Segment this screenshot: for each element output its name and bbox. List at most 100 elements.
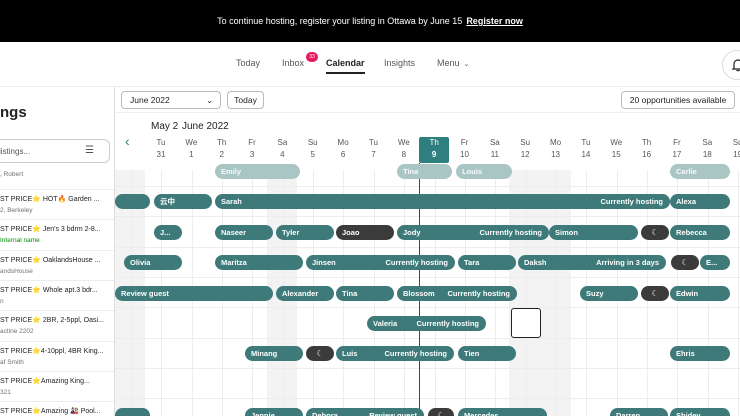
nav-inbox[interactable]: Inbox (282, 58, 304, 68)
day-of-week: We (610, 138, 623, 147)
day-column-header[interactable]: Tu 14 (571, 137, 601, 163)
reservation-bar[interactable]: Naseer (215, 225, 273, 240)
prev-arrow-icon[interactable]: ‹ (125, 133, 130, 149)
listing-search-input[interactable]: listings... ☰ (0, 139, 110, 163)
reservation-bar[interactable]: Daksh Arriving in 3 days (518, 255, 666, 270)
reservation-bar[interactable]: Debora Review guest (306, 408, 424, 416)
reservation-bar[interactable]: E... (700, 255, 730, 270)
day-number: 17 (672, 150, 682, 159)
reservation-bar[interactable]: Simon (549, 225, 638, 240)
reservation-bar[interactable]: Jennie (245, 408, 303, 416)
day-column-header[interactable]: We 1 (176, 137, 206, 163)
day-column-header[interactable]: Tu 31 (146, 137, 176, 163)
guest-name: Maritza (221, 258, 247, 267)
reservation-bar[interactable]: 云中 (154, 194, 212, 209)
listing-row[interactable]: ST PRICE⭐Amazing 🎎 Pool... (0, 401, 114, 416)
day-column-header[interactable]: Sa 11 (480, 137, 510, 163)
day-column-header[interactable]: Th 2 (207, 137, 237, 163)
today-button[interactable]: Today (227, 91, 264, 109)
day-column-header[interactable]: Fr 17 (662, 137, 692, 163)
listing-title: ST PRICE⭐4-10ppl, 4BR King... (0, 347, 104, 355)
register-now-link[interactable]: Register now (466, 16, 523, 26)
listing-row[interactable]: ST PRICE⭐ HOT🔥 Garden ... 2, Berkeley (0, 189, 114, 219)
listing-row[interactable]: ST PRICE⭐ Jen's 3 bdrm 2-8... Internal na… (0, 219, 114, 249)
day-column-header[interactable]: We 8 (389, 137, 419, 163)
day-column-header[interactable]: Mo 6 (328, 137, 358, 163)
day-column-header[interactable]: Th 9 (419, 137, 450, 163)
reservation-bar[interactable]: Jody Currently hosting (397, 225, 549, 240)
listing-row[interactable]: ST PRICE⭐ OaklandsHouse ... andsHouse (0, 249, 114, 280)
day-column-header[interactable]: Su 19 (723, 137, 740, 163)
nav-insights[interactable]: Insights (384, 58, 415, 68)
bell-icon (731, 59, 740, 72)
day-of-week: Th (641, 138, 652, 147)
reservation-bar[interactable]: Alexander (276, 286, 334, 301)
reservation-bar[interactable]: Luis Currently hosting (336, 346, 454, 361)
moon-icon[interactable]: ☾ (306, 346, 334, 361)
day-of-week: Su (732, 138, 740, 147)
day-column-header[interactable]: We 15 (601, 137, 631, 163)
day-column-header[interactable]: Sa 18 (692, 137, 722, 163)
reservation-bar[interactable]: Alexa (670, 194, 730, 209)
moon-icon[interactable]: ☾ (428, 408, 454, 416)
grid-row-line (115, 367, 740, 369)
reservation-bar[interactable]: Tyler (276, 225, 334, 240)
reservation-bar[interactable]: Olivia (124, 255, 182, 270)
reservation-bar[interactable]: Emily (215, 164, 300, 179)
reservation-bar[interactable]: J... (154, 225, 182, 240)
month-select[interactable]: June 2022 ⌄ (121, 91, 221, 109)
selected-day-cell[interactable] (511, 308, 541, 338)
reservation-bar[interactable]: Darren (610, 408, 668, 416)
nav-today[interactable]: Today (236, 58, 260, 68)
day-number: 14 (581, 150, 591, 159)
reservation-bar[interactable]: Minang (245, 346, 303, 361)
reservation-bar[interactable]: Louis (456, 164, 512, 179)
reservation-bar[interactable]: Blossom Currently hosting (397, 286, 517, 301)
nav-menu[interactable]: Menu ⌄ (437, 58, 469, 68)
reservation-bar[interactable]: Joao (336, 225, 394, 240)
listing-subtitle: 321 (0, 388, 11, 396)
reservation-bar[interactable] (115, 408, 150, 416)
reservation-bar[interactable]: Suzy (580, 286, 638, 301)
opportunities-button[interactable]: 20 opportunities available (621, 91, 735, 109)
reservation-bar[interactable]: Edwin (670, 286, 730, 301)
reservation-bar[interactable]: Review guest (115, 286, 273, 301)
day-column-header[interactable]: Mo 13 (541, 137, 571, 163)
day-column-header[interactable]: Tu 7 (358, 137, 388, 163)
reservation-bar[interactable]: Tien (458, 346, 516, 361)
day-column-header[interactable]: Th 16 (632, 137, 662, 163)
reservation-bar[interactable]: Sarah Currently hosting (215, 194, 670, 209)
reservation-bar[interactable]: Ehris (670, 346, 730, 361)
nav-calendar[interactable]: Calendar (326, 58, 365, 74)
reservation-bar[interactable]: Maritza (215, 255, 303, 270)
moon-icon[interactable]: ☾ (671, 255, 699, 270)
reservation-bar[interactable]: Carlie (670, 164, 730, 179)
day-column-header[interactable]: Fr 10 (450, 137, 480, 163)
day-column-header[interactable]: Sa 4 (267, 137, 297, 163)
day-of-week: Mo (549, 138, 562, 147)
day-of-week: Su (520, 138, 531, 147)
guest-name: E... (706, 258, 718, 267)
moon-icon[interactable]: ☾ (641, 225, 669, 240)
day-of-week: Fr (673, 138, 681, 147)
reservation-bar[interactable]: Tara (458, 255, 516, 270)
reservation-bar[interactable] (115, 194, 150, 209)
filter-icon[interactable]: ☰ (85, 145, 94, 156)
day-number: 8 (401, 150, 407, 159)
reservation-bar[interactable]: Shidev (670, 408, 730, 416)
day-column-header[interactable]: Su 5 (298, 137, 328, 163)
reservation-bar[interactable]: Mercedes (458, 408, 547, 416)
listing-row[interactable]: ST PRICE⭐4-10ppl, 4BR King... af Smith (0, 340, 114, 371)
listing-row[interactable]: ST PRICE⭐ 2BR, 2-5ppl, Oasi... actine 220… (0, 310, 114, 340)
listing-row[interactable]: ST PRICE⭐Amazing King... 321 (0, 370, 114, 401)
moon-icon[interactable]: ☾ (641, 286, 669, 301)
reservation-bar[interactable]: Rebecca (670, 225, 730, 240)
reservation-bar[interactable]: Valeria Currently hosting (367, 316, 486, 331)
day-column-header[interactable]: Su 12 (510, 137, 540, 163)
reservation-bar[interactable]: Tina (397, 164, 452, 179)
day-column-header[interactable]: Fr 3 (237, 137, 267, 163)
guest-name: Luis (342, 349, 358, 358)
reservation-bar[interactable]: Tina (336, 286, 394, 301)
listing-row[interactable]: ST PRICE⭐ Whole apt.3 bdr... n (0, 279, 114, 310)
reservation-bar[interactable]: Jinsen Currently hosting (306, 255, 455, 270)
